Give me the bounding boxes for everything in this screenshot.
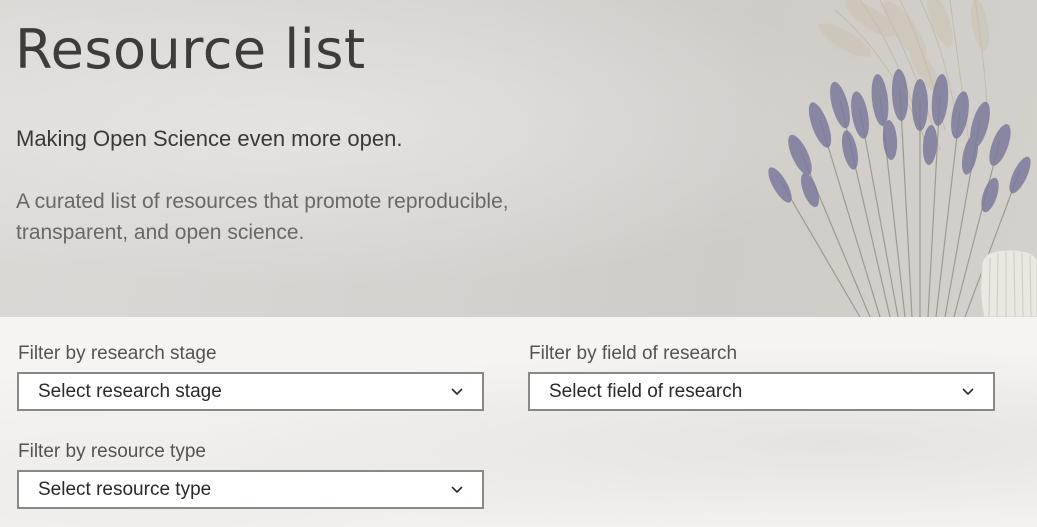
field-of-research-filter: Filter by field of research Select field… <box>528 343 996 411</box>
page-subtitle: Making Open Science even more open. <box>16 126 403 151</box>
page-title: Resource list <box>15 18 366 81</box>
research-stage-label: Filter by research stage <box>18 343 217 364</box>
field-of-research-placeholder: Select field of research <box>549 381 743 402</box>
field-of-research-label: Filter by field of research <box>529 343 738 364</box>
chevron-down-icon <box>451 486 463 494</box>
field-of-research-select[interactable]: Select field of research <box>528 372 995 411</box>
research-stage-filter: Filter by research stage Select research… <box>17 343 485 411</box>
research-stage-placeholder: Select research stage <box>38 381 222 402</box>
resource-type-label: Filter by resource type <box>18 441 206 462</box>
chevron-down-icon <box>962 388 974 396</box>
chevron-down-icon <box>451 388 463 396</box>
page-description: A curated list of resources that promote… <box>16 190 509 244</box>
research-stage-select[interactable]: Select research stage <box>17 372 484 411</box>
lavender-bouquet-image <box>768 0 1037 317</box>
resource-type-select[interactable]: Select resource type <box>17 470 484 509</box>
hero-banner: Resource list Making Open Science even m… <box>0 0 1037 317</box>
filters-panel: Filter by research stage Select research… <box>0 317 1037 527</box>
resource-type-filter: Filter by resource type Select resource … <box>17 441 485 509</box>
resource-type-placeholder: Select resource type <box>38 479 212 500</box>
